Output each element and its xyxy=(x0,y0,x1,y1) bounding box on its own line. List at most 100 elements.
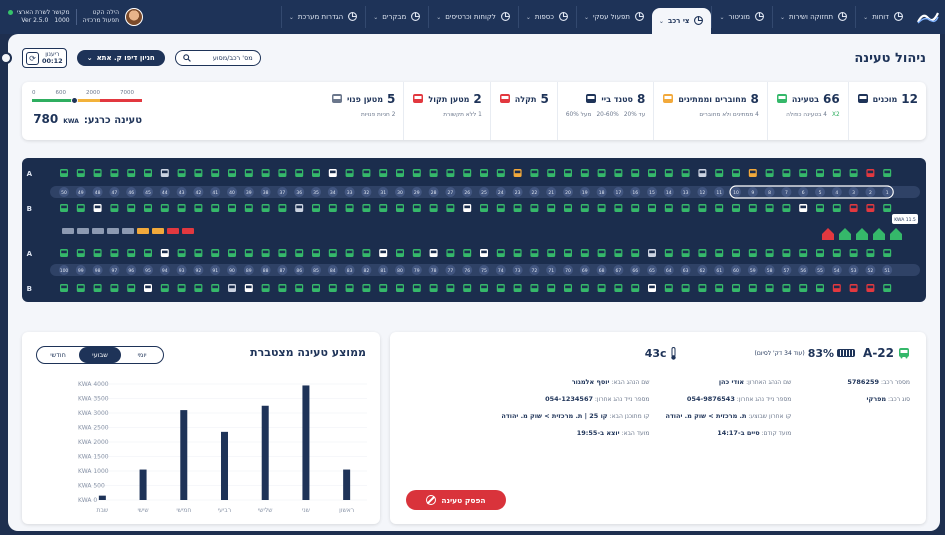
bus-slot[interactable] xyxy=(715,169,724,177)
bus-slot[interactable] xyxy=(883,249,892,257)
bar[interactable] xyxy=(180,410,188,500)
bus-slot[interactable] xyxy=(177,204,186,212)
bus-slot[interactable] xyxy=(144,169,152,177)
bus-slot[interactable] xyxy=(362,249,371,257)
bus-slot[interactable] xyxy=(748,169,757,177)
bus-slot[interactable] xyxy=(648,169,656,177)
bus-slot[interactable] xyxy=(295,284,304,292)
bus-slot[interactable] xyxy=(614,169,623,177)
bus-slot[interactable] xyxy=(76,204,85,212)
bus-slot[interactable] xyxy=(295,169,304,177)
bus-slot[interactable] xyxy=(681,204,690,212)
period-tab[interactable]: חודשי xyxy=(37,347,79,363)
bus-slot[interactable] xyxy=(328,284,337,292)
search-input[interactable]: מס' רכב/מסוע xyxy=(174,50,261,66)
bus-slot[interactable] xyxy=(345,249,354,257)
tab-gear[interactable]: תפעול עסקי ⌄ xyxy=(575,6,652,28)
tab-headset[interactable]: תחזוקה ושירות ⌄ xyxy=(771,6,855,28)
tab-card[interactable]: לקוחות וכרטיסים ⌄ xyxy=(428,6,518,28)
bus-slot[interactable] xyxy=(278,169,287,177)
bus-slot[interactable] xyxy=(211,249,220,257)
bus-slot[interactable] xyxy=(278,204,287,212)
refresh-button[interactable]: ריענון 00:12 ⟳ xyxy=(22,48,67,68)
bus-slot[interactable] xyxy=(312,169,320,177)
bus-slot[interactable] xyxy=(681,169,690,177)
avatar[interactable] xyxy=(125,8,144,26)
bus-slot[interactable] xyxy=(530,169,539,177)
bus-slot[interactable] xyxy=(379,204,388,212)
bus-slot[interactable] xyxy=(631,204,640,212)
bus-slot[interactable] xyxy=(580,249,589,257)
bus-slot[interactable] xyxy=(396,284,404,292)
bus-slot[interactable] xyxy=(732,284,740,292)
bus-slot[interactable] xyxy=(76,249,85,257)
bus-slot[interactable] xyxy=(748,249,757,257)
bus-slot[interactable] xyxy=(782,284,791,292)
bus-slot[interactable] xyxy=(866,169,875,177)
bus-slot[interactable] xyxy=(93,249,102,257)
bus-slot[interactable] xyxy=(463,284,472,292)
bus-slot[interactable] xyxy=(799,249,808,257)
bus-slot[interactable] xyxy=(127,249,136,257)
bus-slot[interactable] xyxy=(597,249,606,257)
bus-slot[interactable] xyxy=(345,284,354,292)
bus-slot[interactable] xyxy=(429,284,438,292)
bus-slot[interactable] xyxy=(211,169,220,177)
bus-slot[interactable] xyxy=(345,169,354,177)
bus-slot[interactable] xyxy=(328,169,337,177)
bus-slot[interactable] xyxy=(547,249,556,257)
bus-slot[interactable] xyxy=(127,204,136,212)
bus-slot[interactable] xyxy=(160,169,169,177)
user-info[interactable]: הילה הקט תפעול מרכזיה xyxy=(83,9,119,25)
bus-slot[interactable] xyxy=(144,204,152,212)
bus-slot[interactable] xyxy=(732,204,740,212)
bus-slot[interactable] xyxy=(782,249,791,257)
bar[interactable] xyxy=(343,469,351,500)
bus-slot[interactable] xyxy=(194,284,203,292)
bus-slot[interactable] xyxy=(580,284,589,292)
bus-slot[interactable] xyxy=(194,169,203,177)
bus-slot[interactable] xyxy=(110,169,119,177)
bus-slot[interactable] xyxy=(60,169,68,177)
bus-slot[interactable] xyxy=(513,204,522,212)
bar[interactable] xyxy=(98,495,106,500)
bus-slot[interactable] xyxy=(597,169,606,177)
bus-slot[interactable] xyxy=(715,284,724,292)
bus-slot[interactable] xyxy=(580,169,589,177)
stop-charging-button[interactable]: הפסק טעינה xyxy=(406,490,506,510)
bus-slot[interactable] xyxy=(832,249,841,257)
bus-slot[interactable] xyxy=(412,204,421,212)
parked-bus-icon[interactable] xyxy=(122,228,134,234)
bus-slot[interactable] xyxy=(261,284,270,292)
bus-slot[interactable] xyxy=(816,284,824,292)
bus-slot[interactable] xyxy=(849,169,858,177)
bus-slot[interactable] xyxy=(782,204,791,212)
bus-slot[interactable] xyxy=(110,204,119,212)
bus-slot[interactable] xyxy=(513,284,522,292)
bus-slot[interactable] xyxy=(698,284,707,292)
bus-slot[interactable] xyxy=(60,204,68,212)
bus-slot[interactable] xyxy=(412,249,421,257)
bus-slot[interactable] xyxy=(244,169,253,177)
bus-slot[interactable] xyxy=(177,284,186,292)
bus-slot[interactable] xyxy=(396,204,404,212)
bus-slot[interactable] xyxy=(496,169,505,177)
bus-slot[interactable] xyxy=(244,249,253,257)
bus-slot[interactable] xyxy=(832,284,841,292)
bus-slot[interactable] xyxy=(715,249,724,257)
bus-slot[interactable] xyxy=(614,284,623,292)
bus-slot[interactable] xyxy=(782,169,791,177)
bus-slot[interactable] xyxy=(816,204,824,212)
bus-slot[interactable] xyxy=(60,249,68,257)
bar[interactable] xyxy=(139,469,147,500)
bus-slot[interactable] xyxy=(211,204,220,212)
bus-slot[interactable] xyxy=(816,169,824,177)
bus-slot[interactable] xyxy=(177,249,186,257)
bus-slot[interactable] xyxy=(412,169,421,177)
bus-slot[interactable] xyxy=(362,169,371,177)
bus-slot[interactable] xyxy=(765,284,774,292)
bus-slot[interactable] xyxy=(530,249,539,257)
bus-slot[interactable] xyxy=(228,284,236,292)
bus-slot[interactable] xyxy=(648,284,656,292)
bus-slot[interactable] xyxy=(345,204,354,212)
